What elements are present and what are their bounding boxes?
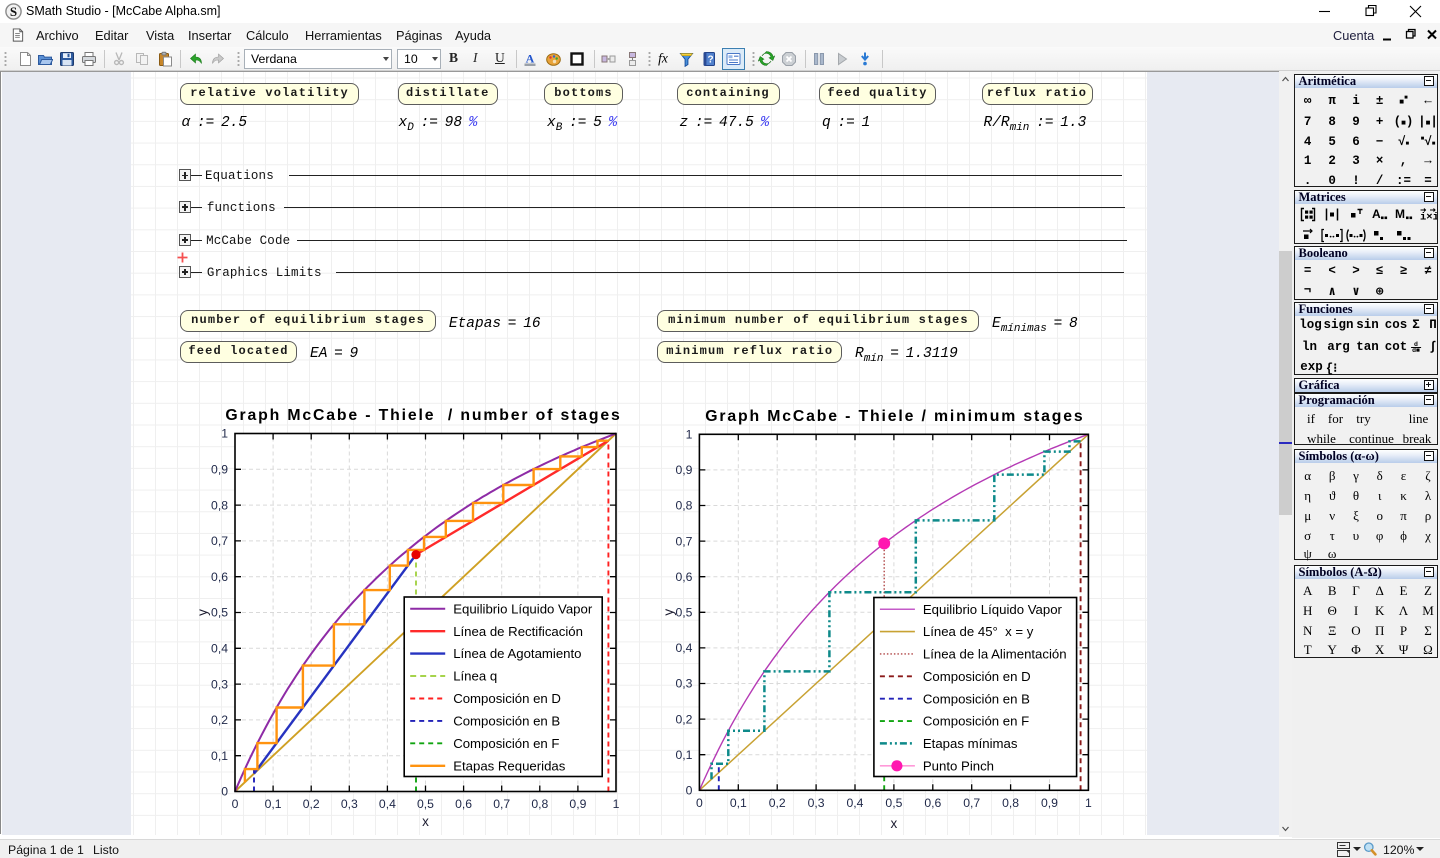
svg-text:Punto Pinch: Punto Pinch [923, 758, 994, 773]
svg-text:Composición en D: Composición en D [453, 691, 561, 706]
svg-text:Composición en B: Composición en B [453, 714, 560, 729]
svg-text:0,7: 0,7 [675, 534, 692, 548]
svg-text:Línea de la Alimentación: Línea de la Alimentación [923, 647, 1067, 662]
svg-text:A: A [1372, 207, 1381, 221]
svg-text:0,6: 0,6 [211, 570, 228, 584]
svg-text:0,3: 0,3 [211, 677, 228, 691]
svg-text:0,3: 0,3 [675, 677, 692, 691]
svg-text:?: ? [707, 55, 713, 66]
svg-text:Composición en B: Composición en B [923, 691, 1030, 706]
svg-text:0,5: 0,5 [885, 796, 902, 810]
svg-text:0,9: 0,9 [1041, 796, 1058, 810]
svg-text:0,7: 0,7 [493, 797, 510, 811]
svg-text:0: 0 [221, 785, 228, 799]
svg-text:0,1: 0,1 [730, 796, 747, 810]
svg-text:Línea q: Línea q [453, 669, 497, 684]
svg-text:1: 1 [613, 797, 620, 811]
svg-text:0,8: 0,8 [531, 797, 548, 811]
svg-text:0,5: 0,5 [211, 606, 228, 620]
svg-text:x: x [422, 814, 429, 829]
svg-text:i×i: i×i [1420, 212, 1437, 223]
svg-text:0,3: 0,3 [341, 797, 358, 811]
svg-text:S: S [10, 4, 17, 19]
svg-text:0,6: 0,6 [455, 797, 472, 811]
svg-text:1: 1 [686, 428, 693, 442]
svg-text:0,8: 0,8 [1002, 796, 1019, 810]
svg-text:0,9: 0,9 [211, 463, 228, 477]
svg-text:0,2: 0,2 [769, 796, 786, 810]
svg-text:0,2: 0,2 [211, 713, 228, 727]
svg-text:0,8: 0,8 [675, 499, 692, 513]
svg-text:1: 1 [221, 427, 228, 441]
svg-text:A: A [526, 52, 535, 66]
svg-text:y: y [661, 609, 676, 616]
svg-text:Línea de Rectificación: Línea de Rectificación [453, 624, 583, 639]
svg-text:Etapas Requeridas: Etapas Requeridas [453, 758, 566, 773]
svg-text:0,7: 0,7 [211, 534, 228, 548]
svg-text:0,4: 0,4 [675, 641, 692, 655]
svg-text:Línea de 45° x = y: Línea de 45° x = y [923, 624, 1034, 639]
svg-text:Composición en D: Composición en D [923, 669, 1031, 684]
svg-text:0: 0 [696, 796, 703, 810]
svg-text:0: 0 [686, 784, 693, 798]
svg-text:0,5: 0,5 [675, 606, 692, 620]
svg-text:0,7: 0,7 [963, 796, 980, 810]
svg-text:0,1: 0,1 [675, 748, 692, 762]
svg-text:0,2: 0,2 [675, 712, 692, 726]
svg-text:Línea de Agotamiento: Línea de Agotamiento [453, 646, 581, 661]
svg-text:0,5: 0,5 [417, 797, 434, 811]
svg-text:0,1: 0,1 [211, 749, 228, 763]
svg-text:Graph McCabe - Thiele / numbe: Graph McCabe - Thiele / number of stages [225, 407, 621, 424]
svg-text:0,9: 0,9 [569, 797, 586, 811]
svg-text:M: M [1395, 207, 1405, 221]
svg-text:0: 0 [232, 797, 239, 811]
svg-text:0,6: 0,6 [924, 796, 941, 810]
svg-text:0,3: 0,3 [808, 796, 825, 810]
svg-text:x: x [891, 816, 898, 831]
svg-text:0,4: 0,4 [379, 797, 396, 811]
svg-text:0,2: 0,2 [303, 797, 320, 811]
svg-text:0,4: 0,4 [211, 642, 228, 656]
svg-text:0,1: 0,1 [265, 797, 282, 811]
svg-text:fx: fx [658, 51, 668, 66]
svg-text:y: y [195, 609, 210, 616]
svg-text:0,4: 0,4 [847, 796, 864, 810]
svg-text:1: 1 [1085, 796, 1092, 810]
svg-text:Etapas mínimas: Etapas mínimas [923, 736, 1018, 751]
svg-text:0,6: 0,6 [675, 570, 692, 584]
svg-text:Equilibrio Líquido Vapor: Equilibrio Líquido Vapor [923, 602, 1063, 617]
svg-text:0,8: 0,8 [211, 498, 228, 512]
svg-text:Composición en F: Composición en F [923, 714, 1029, 729]
svg-text:Equilibrio Líquido Vapor: Equilibrio Líquido Vapor [453, 601, 593, 616]
svg-text:0,9: 0,9 [675, 463, 692, 477]
svg-text:Composición en F: Composición en F [453, 736, 559, 751]
svg-text:Graph McCabe - Thiele / minimu: Graph McCabe - Thiele / minimum stages [705, 408, 1084, 425]
